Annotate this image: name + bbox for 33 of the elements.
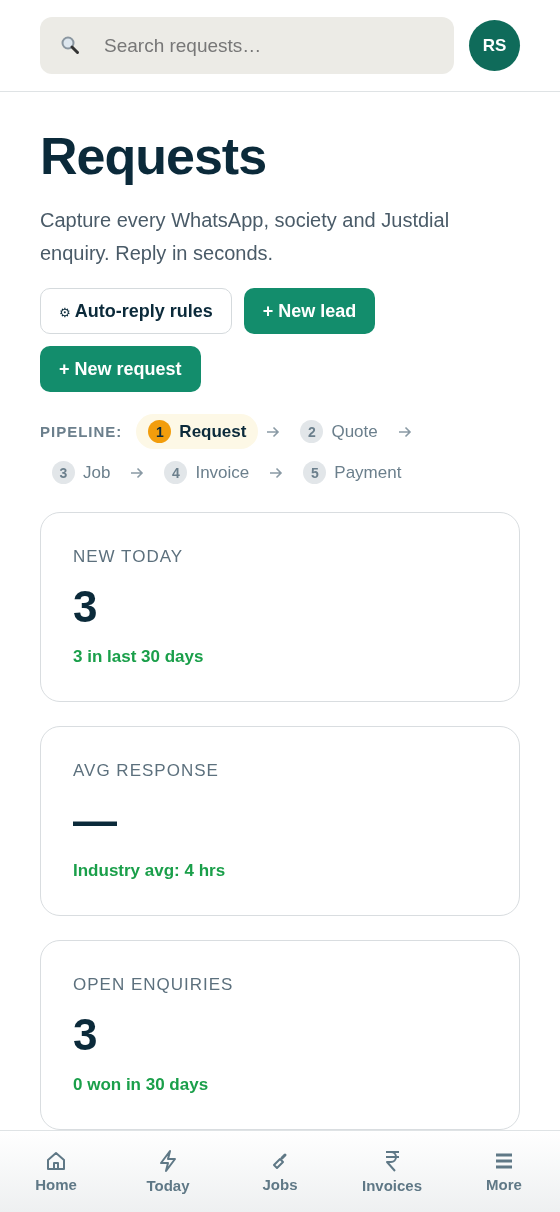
arrow-icon	[266, 425, 281, 438]
stat-label: AVG RESPONSE	[73, 761, 220, 781]
home-icon	[45, 1150, 67, 1172]
nav-tab[interactable]: More	[454, 1150, 554, 1193]
lightning-icon	[157, 1149, 179, 1173]
stat-value: —	[73, 795, 118, 847]
nav-tab[interactable]: Jobs	[230, 1150, 330, 1193]
pipeline-step[interactable]: 4 Invoice	[152, 455, 262, 490]
stat-note: 3 in last 30 days	[73, 647, 205, 667]
page-title: Requests	[40, 128, 268, 184]
search-field[interactable]: Search requests…	[40, 17, 454, 74]
nav-tab[interactable]: Home	[6, 1150, 106, 1193]
stat-value: 3	[73, 581, 99, 633]
add-button[interactable]: + New lead	[243, 288, 376, 334]
pipeline-step[interactable]: 3 Job	[40, 455, 123, 490]
stat-label: NEW TODAY	[73, 547, 185, 567]
rules-button[interactable]: ⚙ Auto-reply rules	[40, 288, 232, 334]
pipeline-step[interactable]: 1 Request	[136, 414, 259, 449]
page-subtitle: Capture every WhatsApp, society and Justdial enquiry. Reply in seconds.	[40, 208, 451, 266]
stat-note: Industry avg: 4 hrs	[73, 861, 227, 881]
add-button[interactable]: + New request	[40, 346, 201, 392]
stat-label: OPEN ENQUIRIES	[73, 975, 235, 995]
stat-value: 3	[73, 1009, 99, 1061]
avatar[interactable]: RS	[469, 20, 520, 71]
stat-note: 0 won in 30 days	[73, 1075, 210, 1095]
arrow-icon	[397, 425, 412, 438]
arrow-icon	[130, 466, 145, 479]
arrow-icon	[269, 466, 284, 479]
nav-tab[interactable]: Today	[118, 1149, 218, 1194]
pipeline-step[interactable]: 2 Quote	[288, 414, 390, 449]
pipeline-step[interactable]: 5 Payment	[291, 455, 414, 490]
pipeline-label: PIPELINE:	[40, 423, 123, 440]
nav-tab[interactable]: Invoices	[342, 1149, 442, 1194]
